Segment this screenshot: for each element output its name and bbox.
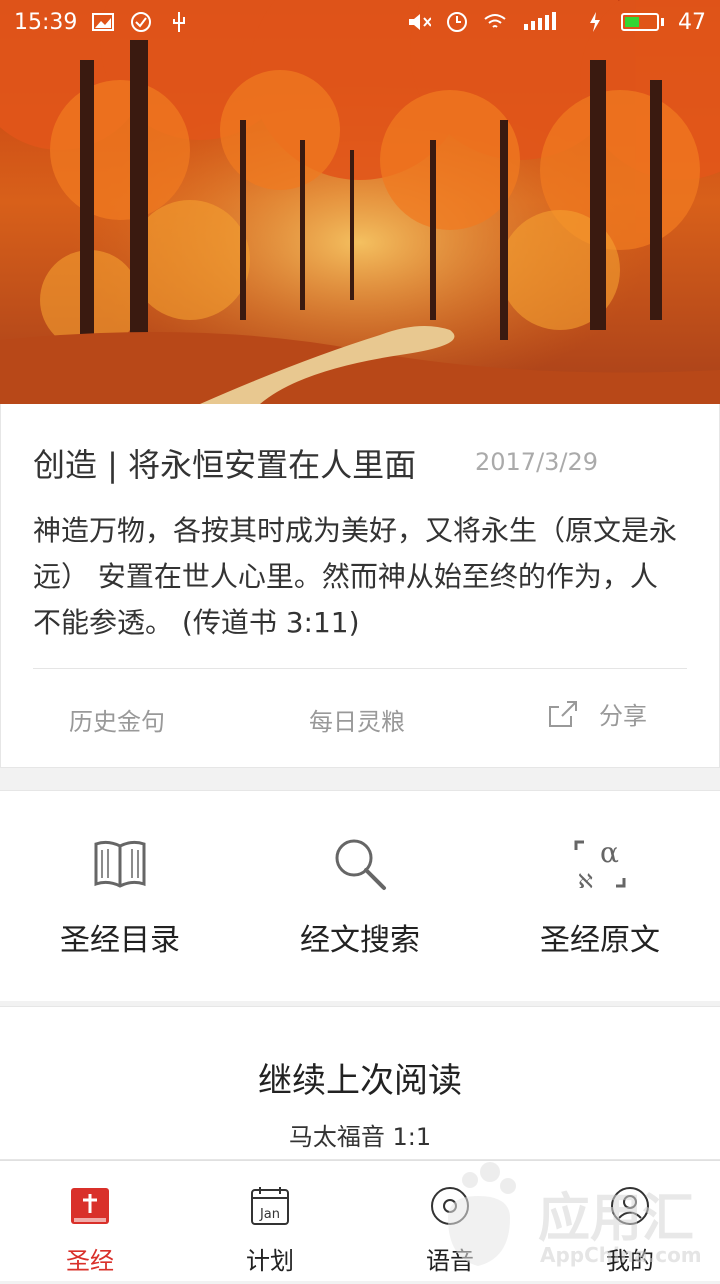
- share-icon: [549, 700, 577, 727]
- alarm-icon: [445, 10, 469, 34]
- calendar-icon-text: Jan: [259, 1207, 280, 1222]
- original-text-label: 圣经原文: [540, 923, 660, 958]
- continue-reading-title: 继续上次阅读: [258, 1061, 462, 1101]
- battery-percent: 47: [678, 9, 706, 35]
- profile-icon: [611, 1187, 649, 1225]
- tab-profile[interactable]: 我的: [540, 1181, 720, 1276]
- search-icon: [335, 839, 386, 890]
- charging-icon: [583, 10, 607, 34]
- history-verses-button[interactable]: 历史金句: [69, 702, 165, 737]
- calendar-icon: Jan: [251, 1187, 289, 1225]
- book-icon: [94, 840, 146, 888]
- hero-banner-image[interactable]: [0, 0, 720, 404]
- autumn-forest-illustration: [0, 0, 720, 404]
- signal-icon: [521, 10, 569, 34]
- share-button[interactable]: 分享: [547, 696, 647, 731]
- status-time: 15:39: [14, 9, 78, 35]
- daily-bread-button[interactable]: 每日灵粮: [309, 702, 405, 737]
- daily-actions-bar: 历史金句 每日灵粮 分享: [1, 694, 720, 744]
- battery-indicator: [621, 13, 664, 31]
- check-circle-icon: [129, 10, 153, 34]
- bible-icon: [71, 1188, 109, 1224]
- usb-icon: [167, 10, 191, 34]
- tab-bible-label: 圣经: [66, 1247, 114, 1275]
- status-bar: 15:39 47: [0, 0, 720, 44]
- tab-bible[interactable]: 圣经: [0, 1181, 180, 1276]
- original-text-button[interactable]: α ℵ 圣经原文: [480, 831, 720, 959]
- bible-tools-card: 圣经目录 经文搜索 α ℵ 圣经原文: [0, 790, 720, 1001]
- svg-text:α: α: [600, 836, 619, 869]
- daily-verse-text: 神造万物，各按其时成为美好，又将永生（原文是永远） 安置在世人心里。然而神从始至…: [33, 514, 678, 639]
- verse-search-button[interactable]: 经文搜索: [240, 831, 480, 959]
- audio-icon: [431, 1187, 469, 1225]
- daily-verse-title: 创造 | 将永恒安置在人里面: [33, 446, 417, 484]
- daily-verse-card[interactable]: 创造 | 将永恒安置在人里面 2017/3/29 神造万物，各按其时成为美好，又…: [0, 404, 720, 768]
- mute-icon: [407, 10, 431, 34]
- image-notification-icon: [91, 10, 115, 34]
- tab-profile-label: 我的: [606, 1247, 654, 1275]
- last-reading-position: 马太福音 1:1: [288, 1123, 432, 1151]
- bible-catalog-label: 圣经目录: [60, 923, 180, 958]
- bible-catalog-button[interactable]: 圣经目录: [0, 831, 240, 959]
- original-text-icon: α ℵ: [574, 836, 626, 892]
- tab-plan-label: 计划: [246, 1247, 294, 1275]
- tab-audio-label: 语音: [426, 1247, 474, 1275]
- continue-reading-card[interactable]: 继续上次阅读 马太福音 1:1: [0, 1006, 720, 1160]
- tab-plan[interactable]: Jan 计划: [180, 1181, 360, 1276]
- wifi-icon: [483, 10, 507, 34]
- verse-search-label: 经文搜索: [300, 923, 420, 958]
- bottom-tab-bar: 圣经 Jan 计划 语音 我的: [0, 1160, 720, 1281]
- svg-text:ℵ: ℵ: [578, 869, 593, 892]
- tab-audio[interactable]: 语音: [360, 1181, 540, 1276]
- divider: [33, 668, 687, 669]
- daily-verse-date: 2017/3/29: [475, 448, 599, 476]
- share-label: 分享: [599, 702, 647, 730]
